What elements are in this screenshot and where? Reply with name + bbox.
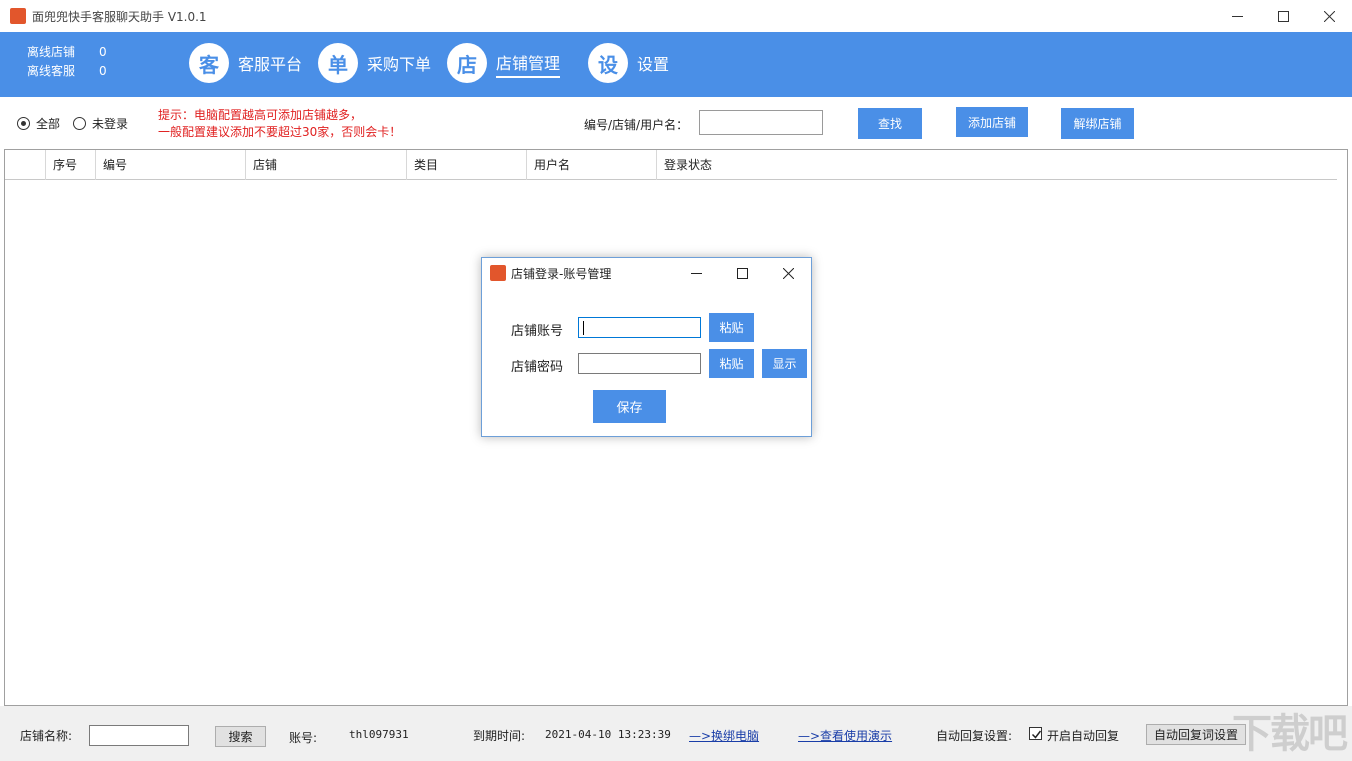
minimize-icon bbox=[690, 272, 702, 274]
minimize-icon bbox=[1231, 15, 1243, 17]
app-logo-icon bbox=[10, 8, 26, 24]
header-bar: 离线店铺 0 离线客服 0 客 客服平台 单 采购下单 店 店铺管理 设 设置 bbox=[0, 32, 1352, 97]
nav-customer-service[interactable]: 客 客服平台 bbox=[189, 43, 302, 83]
shop-account-label: 店铺账号 bbox=[511, 324, 564, 339]
auto-reply-label: 自动回复设置: bbox=[936, 729, 1013, 743]
save-button[interactable]: 保存 bbox=[593, 390, 666, 423]
account-label: 账号: bbox=[289, 731, 318, 745]
shop-icon: 店 bbox=[447, 43, 488, 83]
account-value: thl097931 bbox=[349, 728, 409, 741]
column-login-status[interactable]: 登录状态 bbox=[657, 150, 1337, 180]
shop-password-label: 店铺密码 bbox=[511, 360, 564, 375]
close-icon bbox=[782, 267, 794, 279]
column-shop[interactable]: 店铺 bbox=[246, 150, 407, 180]
stat-offline-agents: 离线客服 0 bbox=[27, 64, 107, 78]
bottom-search-button[interactable]: 搜索 bbox=[215, 726, 266, 747]
paste-password-button[interactable]: 粘贴 bbox=[709, 349, 754, 378]
stat-offline-shops: 离线店铺 0 bbox=[27, 45, 107, 59]
bottom-bar: 店铺名称: 搜索 账号: thl097931 到期时间: 2021-04-10 … bbox=[0, 706, 1352, 761]
maximize-button[interactable] bbox=[1260, 0, 1306, 32]
nav-purchase-order[interactable]: 单 采购下单 bbox=[318, 43, 431, 83]
maximize-icon bbox=[736, 267, 748, 279]
order-icon: 单 bbox=[318, 43, 359, 83]
dialog-minimize-button[interactable] bbox=[673, 258, 719, 288]
dialog-title: 店铺登录-账号管理 bbox=[511, 266, 612, 281]
column-index[interactable]: 序号 bbox=[46, 150, 96, 180]
shop-name-input[interactable] bbox=[89, 725, 189, 746]
filter-all-radio[interactable]: 全部 bbox=[17, 115, 60, 132]
radio-checked-icon bbox=[17, 117, 30, 130]
shop-login-dialog: 店铺登录-账号管理 店铺账号 粘贴 店铺密码 粘贴 显示 保存 bbox=[481, 257, 812, 437]
filter-not-logged-radio[interactable]: 未登录 bbox=[73, 115, 128, 132]
nav-shop-management[interactable]: 店 店铺管理 bbox=[447, 43, 561, 83]
dialog-close-button[interactable] bbox=[765, 258, 811, 288]
customer-service-icon: 客 bbox=[189, 43, 229, 83]
shop-account-input[interactable] bbox=[578, 317, 701, 338]
rebind-computer-link[interactable]: —>换绑电脑 bbox=[689, 727, 759, 744]
table-header: 序号 编号 店铺 类目 用户名 登录状态 bbox=[5, 150, 1337, 180]
dialog-window-controls bbox=[673, 258, 811, 288]
show-password-button[interactable]: 显示 bbox=[762, 349, 807, 378]
watermark-logo: 下载吧 bbox=[1232, 711, 1348, 757]
auto-reply-checkbox[interactable] bbox=[1029, 727, 1042, 740]
nav-settings[interactable]: 设 设置 bbox=[588, 43, 669, 83]
minimize-button[interactable] bbox=[1214, 0, 1260, 32]
dialog-maximize-button[interactable] bbox=[719, 258, 765, 288]
column-select[interactable] bbox=[5, 150, 46, 180]
view-demo-link[interactable]: —>查看使用演示 bbox=[798, 727, 892, 744]
config-tip: 提示：电脑配置越高可添加店铺越多， 一般配置建议添加不要超过30家，否则会卡！ bbox=[158, 108, 402, 139]
search-label: 编号/店铺/用户名： bbox=[584, 118, 689, 132]
dialog-title-bar: 店铺登录-账号管理 bbox=[482, 258, 811, 288]
checkmark-icon bbox=[1031, 730, 1042, 739]
window-controls bbox=[1214, 0, 1352, 32]
text-caret bbox=[583, 321, 584, 335]
shop-password-input[interactable] bbox=[578, 353, 701, 374]
search-input[interactable] bbox=[699, 110, 823, 135]
expire-label: 到期时间: bbox=[473, 729, 526, 743]
unbind-shop-button[interactable]: 解绑店铺 bbox=[1061, 108, 1134, 139]
expire-value: 2021-04-10 13:23:39 bbox=[545, 728, 671, 741]
main-nav: 客 客服平台 单 采购下单 店 店铺管理 设 设置 bbox=[189, 43, 685, 83]
dialog-app-icon bbox=[490, 265, 506, 281]
paste-account-button[interactable]: 粘贴 bbox=[709, 313, 754, 342]
add-shop-button[interactable]: 添加店铺 bbox=[956, 107, 1028, 137]
title-bar: 面兜兜快手客服聊天助手 V1.0.1 bbox=[0, 0, 1352, 32]
filter-toolbar: 全部 未登录 提示：电脑配置越高可添加店铺越多， 一般配置建议添加不要超过30家… bbox=[0, 97, 1352, 149]
maximize-icon bbox=[1277, 10, 1289, 22]
radio-unchecked-icon bbox=[73, 117, 86, 130]
auto-reply-checkbox-label[interactable]: 开启自动回复 bbox=[1047, 727, 1119, 744]
offline-stats: 离线店铺 0 离线客服 0 bbox=[27, 43, 107, 81]
close-button[interactable] bbox=[1306, 0, 1352, 32]
shop-name-label: 店铺名称: bbox=[20, 729, 73, 743]
find-button[interactable]: 查找 bbox=[858, 108, 922, 139]
settings-icon: 设 bbox=[588, 43, 629, 83]
column-number[interactable]: 编号 bbox=[96, 150, 246, 180]
column-category[interactable]: 类目 bbox=[407, 150, 527, 180]
window-title: 面兜兜快手客服聊天助手 V1.0.1 bbox=[32, 9, 207, 24]
column-username[interactable]: 用户名 bbox=[527, 150, 657, 180]
close-icon bbox=[1323, 10, 1335, 22]
